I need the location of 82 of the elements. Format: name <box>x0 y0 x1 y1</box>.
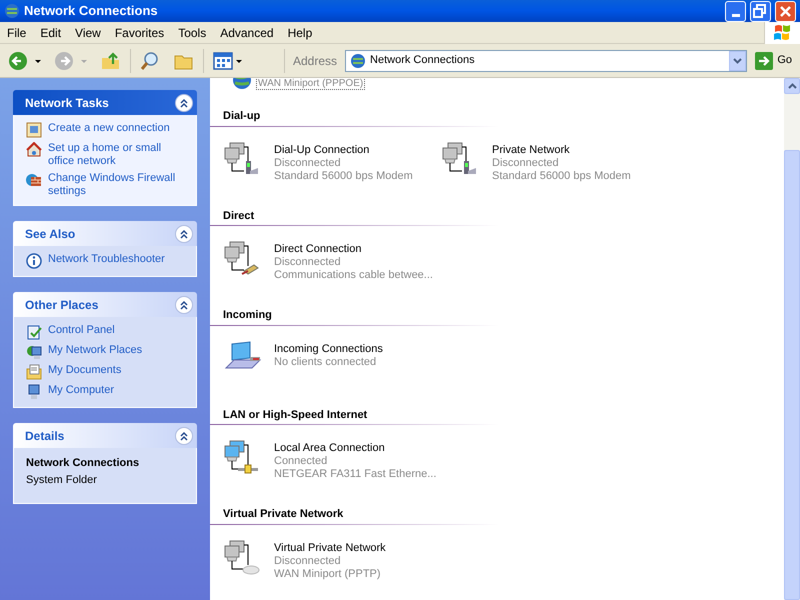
brick-wall-icon <box>26 172 42 188</box>
connection-status: No clients connected <box>274 356 378 368</box>
connection-item[interactable]: Incoming Connections No clients connected <box>224 340 442 376</box>
group-title: Incoming <box>223 309 272 321</box>
window-title: Network Connections <box>24 2 159 20</box>
connection-item[interactable]: Dial-Up Connection Disconnected Standard 56000 bps Modem <box>224 140 442 182</box>
task-link[interactable]: Set up a home or small office network <box>48 142 184 168</box>
menu-item[interactable]: Edit <box>33 24 68 42</box>
connection-status: Disconnected <box>274 256 342 269</box>
globe-icon <box>232 78 252 90</box>
connection-item[interactable]: Direct Connection Disconnected Communications cable betwee... <box>224 240 442 282</box>
connection-name: Direct Connection <box>274 243 362 256</box>
network-computer-icon <box>26 344 42 360</box>
task-link[interactable]: My Computer <box>48 384 184 397</box>
wizard-icon <box>26 122 42 138</box>
address-field[interactable]: Network Connections <box>345 50 748 72</box>
menu-item[interactable]: Help <box>280 24 320 42</box>
info-icon <box>26 253 42 269</box>
panel-title: See Also <box>25 226 76 242</box>
menu-item[interactable]: Favorites <box>108 24 172 42</box>
minimize-button[interactable] <box>725 0 746 22</box>
task-link[interactable]: Change Windows Firewall settings <box>48 172 184 198</box>
panel-title: Details <box>25 428 66 444</box>
double-chevron-up-icon <box>179 228 189 238</box>
connection-status: Disconnected <box>274 554 342 568</box>
network-globe-icon <box>4 3 20 19</box>
task-link[interactable]: Network Troubleshooter <box>48 253 184 266</box>
connection-name: Virtual Private Network <box>274 542 386 554</box>
connection-status: Connected <box>274 455 328 468</box>
address-label: Address <box>292 52 338 70</box>
control-panel-icon <box>26 324 42 340</box>
menu-item[interactable]: File <box>0 24 34 42</box>
address-value: Network Connections <box>370 53 476 68</box>
connection-item[interactable]: Local Area Connection Connected NETGEAR FA311 Fast Etherne... <box>224 439 442 481</box>
menu-item[interactable]: View <box>68 24 108 42</box>
collapse-button[interactable] <box>175 224 193 242</box>
task-link[interactable]: Create a new connection <box>48 122 184 135</box>
network-globe-icon <box>350 52 366 68</box>
connection-status: Disconnected <box>492 156 560 170</box>
collapse-button[interactable] <box>175 426 193 444</box>
panel-title: Network Tasks <box>25 94 110 112</box>
menu-item[interactable]: Tools <box>171 24 214 42</box>
connection-device: Communications cable betwee... <box>274 269 433 282</box>
group-title: Direct <box>223 210 254 222</box>
group-title: LAN or High-Speed Internet <box>223 408 368 420</box>
connection-status: Disconnected <box>274 156 342 170</box>
connection-device: Standard 56000 bps Modem <box>492 170 631 182</box>
connection-item[interactable]: Virtual Private Network Disconnected WAN Miniport (PPTP) <box>224 538 442 580</box>
folder-documents-icon <box>26 364 42 380</box>
restore-button[interactable] <box>750 0 771 22</box>
group-title: Dial-up <box>223 110 260 122</box>
double-chevron-up-icon <box>179 300 189 310</box>
minimize-icon <box>732 14 740 17</box>
menu-item[interactable]: Advanced <box>213 24 281 42</box>
connection-name: Dial-Up Connection <box>274 144 370 156</box>
connection-name: Private Network <box>492 144 571 156</box>
connection-device: WAN Miniport (PPPOE) <box>256 78 366 90</box>
collapse-button[interactable] <box>175 94 193 112</box>
connection-name: Incoming Connections <box>274 342 383 356</box>
task-link[interactable]: My Network Places <box>48 344 184 357</box>
group-title: Virtual Private Network <box>223 508 344 520</box>
close-button[interactable] <box>775 0 796 22</box>
connection-device: WAN Miniport (PPTP) <box>274 568 382 580</box>
task-link[interactable]: My Documents <box>48 364 184 377</box>
connection-item[interactable]: Private Network Disconnected Standard 56000 bps Modem <box>442 140 660 182</box>
go-button[interactable]: Go <box>751 48 796 72</box>
computer-icon <box>26 384 42 400</box>
connection-device: Standard 56000 bps Modem <box>274 170 413 182</box>
collapse-button[interactable] <box>175 296 193 314</box>
double-chevron-up-icon <box>179 430 189 440</box>
connection-name: Local Area Connection <box>274 442 386 455</box>
back-icon <box>8 50 42 72</box>
views-icon <box>212 50 244 72</box>
forward-icon <box>54 50 88 72</box>
folder-up-icon <box>100 50 122 72</box>
details-subtitle: System Folder <box>26 472 98 488</box>
connection-device: NETGEAR FA311 Fast Etherne... <box>274 468 436 481</box>
panel-title: Other Places <box>25 296 100 314</box>
details-name: Network Connections <box>26 456 140 471</box>
task-link[interactable]: Control Panel <box>48 324 184 337</box>
double-chevron-up-icon <box>179 98 189 108</box>
house-icon <box>26 142 42 158</box>
